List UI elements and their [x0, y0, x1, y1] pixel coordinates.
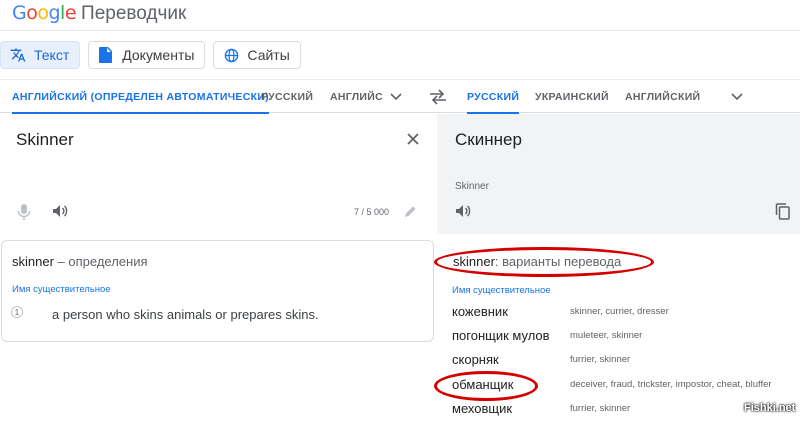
watermark: Fishki.net: [744, 402, 796, 414]
translation-synonyms: furrier, skinner: [570, 403, 631, 414]
translations-word: skinner: [453, 254, 495, 269]
source-lang-russian[interactable]: РУССКИЙ: [261, 80, 313, 113]
translation-synonyms: deceiver, fraud, trickster, impostor, ch…: [570, 379, 772, 390]
tab-websites[interactable]: Сайты: [213, 41, 301, 69]
translation-word[interactable]: скорняк: [452, 352, 499, 367]
target-lang-russian[interactable]: РУССКИЙ: [467, 80, 520, 114]
tab-text[interactable]: Текст: [0, 41, 81, 69]
speaker-icon[interactable]: [455, 204, 471, 218]
pencil-icon[interactable]: [404, 205, 417, 218]
tab-text-label: Текст: [34, 47, 70, 63]
tab-websites-label: Сайты: [247, 47, 290, 63]
source-lang-english[interactable]: АНГЛИЙС: [330, 80, 383, 113]
translate-icon: [9, 46, 27, 64]
tab-documents[interactable]: Документы: [88, 41, 206, 69]
source-text-input[interactable]: Skinner: [16, 130, 74, 150]
close-icon[interactable]: [405, 131, 421, 147]
globe-icon: [222, 46, 240, 64]
source-lang-detected[interactable]: АНГЛИЙСКИЙ (ОПРЕДЕЛЕН АВТОМАТИЧЕСКИ): [12, 80, 269, 114]
swap-languages-icon[interactable]: [429, 89, 447, 105]
translation-word[interactable]: кожевник: [452, 304, 508, 319]
copy-icon[interactable]: [775, 203, 791, 220]
chevron-down-icon[interactable]: [389, 89, 403, 103]
definition-text: a person who skins animals or prepares s…: [52, 307, 319, 322]
target-lang-english[interactable]: АНГЛИЙСКИЙ: [625, 80, 700, 113]
translations-part-of-speech: Имя существительное: [452, 285, 551, 296]
translation-synonyms: furrier, skinner: [570, 354, 631, 365]
translation-word[interactable]: меховщик: [452, 401, 512, 416]
speaker-icon[interactable]: [52, 204, 68, 218]
target-lang-ukrainian[interactable]: УКРАИНСКИЙ: [535, 80, 609, 113]
google-translate-logo[interactable]: Google Переводчик: [12, 2, 186, 26]
translation-word[interactable]: погонщик мулов: [452, 328, 550, 343]
translations-title: skinner: варианты перевода: [453, 254, 621, 269]
translation-romanization: Skinner: [455, 181, 489, 192]
definitions-part-of-speech: Имя существительное: [12, 284, 111, 295]
translation-synonyms: skinner, currier, dresser: [570, 306, 669, 317]
tab-documents-label: Документы: [122, 47, 195, 63]
language-bar: АНГЛИЙСКИЙ (ОПРЕДЕЛЕН АВТОМАТИЧЕСКИ) РУС…: [0, 79, 800, 114]
definitions-suffix: – определения: [53, 254, 148, 269]
definition-number: 1: [11, 306, 23, 318]
mode-tabs: Текст Документы Сайты: [0, 41, 301, 69]
translation-text: Скиннер: [455, 130, 522, 149]
google-logo: Google: [12, 2, 77, 24]
translations-suffix: : варианты перевода: [494, 254, 622, 269]
translation-word[interactable]: обманщик: [452, 377, 513, 392]
header-divider: [0, 30, 800, 31]
translation-synonyms: muleteer, skinner: [570, 330, 643, 341]
character-count: 7 / 5 000: [354, 207, 390, 217]
definitions-title: skinner – определения: [12, 254, 148, 269]
microphone-icon[interactable]: [17, 203, 31, 221]
product-name: Переводчик: [81, 3, 187, 24]
definitions-word: skinner: [12, 254, 54, 269]
chevron-down-icon[interactable]: [730, 89, 744, 103]
document-icon: [97, 46, 115, 64]
